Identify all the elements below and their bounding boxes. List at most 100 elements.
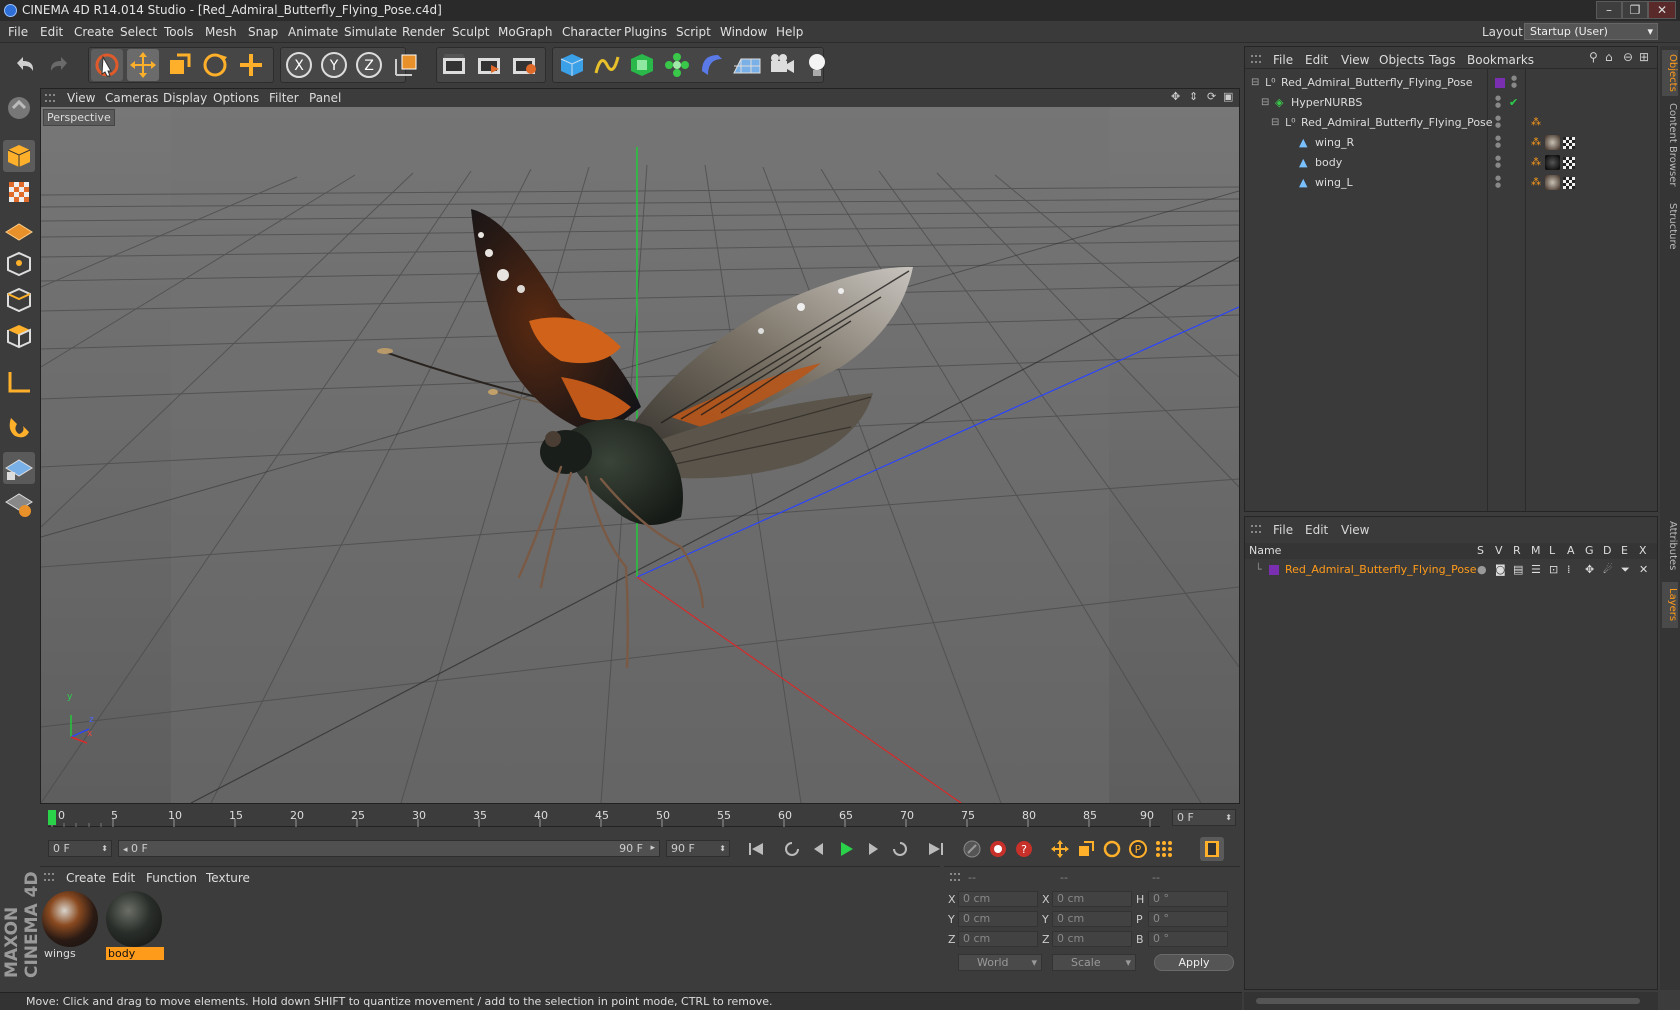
expressions-toggle-icon[interactable]: ⏷ xyxy=(1621,561,1630,579)
viewport-menu-filter[interactable]: Filter xyxy=(269,91,299,105)
apply-button[interactable]: Apply xyxy=(1154,954,1234,971)
edges-mode-icon[interactable] xyxy=(3,284,35,316)
material-body[interactable]: body xyxy=(106,891,164,963)
search-icon[interactable]: ⚲ xyxy=(1589,50,1598,64)
tab-content-browser[interactable]: Content Browser xyxy=(1662,102,1678,188)
world-coordinates-icon[interactable] xyxy=(390,49,422,81)
animation-toggle-icon[interactable]: ⁞ xyxy=(1567,561,1571,579)
axis-mode-icon[interactable] xyxy=(3,366,35,398)
horizontal-scrollbar[interactable] xyxy=(1244,992,1658,1010)
timeline-window-icon[interactable] xyxy=(1200,837,1224,861)
live-selection-icon[interactable] xyxy=(91,49,123,81)
view-toggle-icon[interactable]: ◙ xyxy=(1495,561,1506,579)
array-icon[interactable] xyxy=(661,49,693,81)
end-frame-field[interactable]: 90 F ⬍ xyxy=(666,840,730,857)
tab-structure[interactable]: Structure xyxy=(1662,196,1678,256)
object-menu-bookmarks[interactable]: Bookmarks xyxy=(1467,53,1534,67)
collapse-icon[interactable]: ⊟ xyxy=(1251,73,1259,92)
toggle-view-icon[interactable]: ▣ xyxy=(1223,90,1233,103)
enabled-check-icon[interactable]: ✔ xyxy=(1509,93,1518,112)
column-animation[interactable]: A xyxy=(1567,544,1575,557)
go-to-previous-key-icon[interactable] xyxy=(780,837,804,861)
viewport-menu-options[interactable]: Options xyxy=(213,91,259,105)
tab-objects[interactable]: Objects xyxy=(1662,50,1678,96)
go-to-next-frame-icon[interactable] xyxy=(862,837,886,861)
polygons-mode-icon[interactable] xyxy=(3,320,35,352)
visibility-dots[interactable]: ● ● xyxy=(1495,175,1501,189)
visibility-dots[interactable]: ● ● xyxy=(1495,115,1501,129)
column-locked[interactable]: L xyxy=(1549,544,1555,557)
perspective-viewport[interactable]: Perspective y z x xyxy=(41,107,1239,803)
filter-icon[interactable]: ⊖ xyxy=(1623,50,1633,64)
menu-plugins[interactable]: Plugins xyxy=(624,25,667,39)
column-view[interactable]: V xyxy=(1495,544,1503,557)
rotation-p-field[interactable]: 0 ° xyxy=(1148,911,1228,927)
position-y-field[interactable]: 0 cm xyxy=(958,911,1038,927)
phong-tag-icon[interactable]: ⁂ xyxy=(1531,113,1541,132)
go-to-previous-frame-icon[interactable] xyxy=(806,837,830,861)
position-key-icon[interactable] xyxy=(1048,837,1072,861)
undo-icon[interactable] xyxy=(8,49,40,81)
phong-tag-icon[interactable]: ⁂ xyxy=(1531,173,1541,192)
menu-help[interactable]: Help xyxy=(776,25,803,39)
cube-icon[interactable] xyxy=(556,49,588,81)
uvw-tag-icon[interactable] xyxy=(1563,137,1575,149)
range-left-arrow-icon[interactable]: ◂ xyxy=(123,845,128,855)
point-level-animation-icon[interactable] xyxy=(1152,837,1176,861)
menu-mesh[interactable]: Mesh xyxy=(205,25,237,39)
viewport-menu-display[interactable]: Display xyxy=(163,91,207,105)
uvw-tag-icon[interactable] xyxy=(1563,177,1575,189)
edit-render-settings-icon[interactable] xyxy=(508,49,540,81)
menu-character[interactable]: Character xyxy=(562,25,621,39)
column-generators[interactable]: G xyxy=(1585,544,1594,557)
x-axis-icon[interactable]: X xyxy=(283,49,315,81)
object-row-null[interactable]: ⊟ L⁰ Red_Admiral_Butterfly_Flying_Pose ●… xyxy=(1245,113,1657,132)
timeline-track[interactable]: 0 5 10 15 20 25 30 35 40 45 50 55 60 65 … xyxy=(48,809,1160,827)
size-z-field[interactable]: 0 cm xyxy=(1052,931,1132,947)
locked-workplane-icon[interactable] xyxy=(3,488,35,520)
column-expressions[interactable]: E xyxy=(1621,544,1628,557)
visibility-dots[interactable]: ● ● xyxy=(1495,135,1501,149)
layer-color-swatch[interactable] xyxy=(1495,78,1505,88)
texture-mode-icon[interactable] xyxy=(3,176,35,208)
range-right-arrow-icon[interactable]: ▸ xyxy=(650,841,655,856)
size-mode-dropdown[interactable]: Scale ▾ xyxy=(1052,954,1136,971)
menu-simulate[interactable]: Simulate xyxy=(344,25,397,39)
z-axis-icon[interactable]: Z xyxy=(353,49,385,81)
layer-menu-view[interactable]: View xyxy=(1341,523,1369,537)
material-menu-edit[interactable]: Edit xyxy=(112,871,135,885)
tab-layers[interactable]: Layers xyxy=(1662,582,1678,628)
menu-sculpt[interactable]: Sculpt xyxy=(452,25,489,39)
object-row-hypernurbs[interactable]: ⊟ ◈ HyperNURBS ● ● ✔ xyxy=(1245,93,1657,112)
magnet-icon[interactable] xyxy=(3,410,35,442)
play-forward-icon[interactable] xyxy=(834,837,858,861)
size-y-field[interactable]: 0 cm xyxy=(1052,911,1132,927)
collapse-icon[interactable]: ⊟ xyxy=(1261,93,1269,112)
render-toggle-icon[interactable]: ▤ xyxy=(1513,561,1523,579)
column-render[interactable]: R xyxy=(1513,544,1521,557)
autokey-icon[interactable] xyxy=(986,837,1010,861)
stepper-icon[interactable]: ⬍ xyxy=(1225,810,1232,825)
column-manager[interactable]: M xyxy=(1531,544,1541,557)
layout-select[interactable]: Startup (User) ▾ xyxy=(1524,23,1658,40)
frame-range-slider[interactable]: ◂ 0 F 90 F ▸ xyxy=(118,840,660,857)
parameter-key-icon[interactable]: P xyxy=(1126,837,1150,861)
material-wings[interactable]: wings xyxy=(42,891,100,963)
record-off-icon[interactable] xyxy=(960,837,984,861)
stepper-icon[interactable]: ⬍ xyxy=(719,841,726,856)
keyframe-selection-icon[interactable]: ? xyxy=(1012,837,1036,861)
column-xref[interactable]: X xyxy=(1639,544,1647,557)
rotate-icon[interactable] xyxy=(199,49,231,81)
menu-file[interactable]: File xyxy=(8,25,28,39)
manager-toggle-icon[interactable]: ☰ xyxy=(1531,561,1541,579)
home-icon[interactable]: ⌂ xyxy=(1605,50,1613,64)
render-picture-viewer-icon[interactable] xyxy=(473,49,505,81)
object-menu-view[interactable]: View xyxy=(1341,53,1369,67)
menu-edit[interactable]: Edit xyxy=(40,25,63,39)
column-name[interactable]: Name xyxy=(1249,544,1281,557)
viewport-menu-cameras[interactable]: Cameras xyxy=(105,91,158,105)
add-icon[interactable] xyxy=(235,49,267,81)
menu-window[interactable]: Window xyxy=(720,25,767,39)
menu-mograph[interactable]: MoGraph xyxy=(498,25,553,39)
position-x-field[interactable]: 0 cm xyxy=(958,891,1038,907)
